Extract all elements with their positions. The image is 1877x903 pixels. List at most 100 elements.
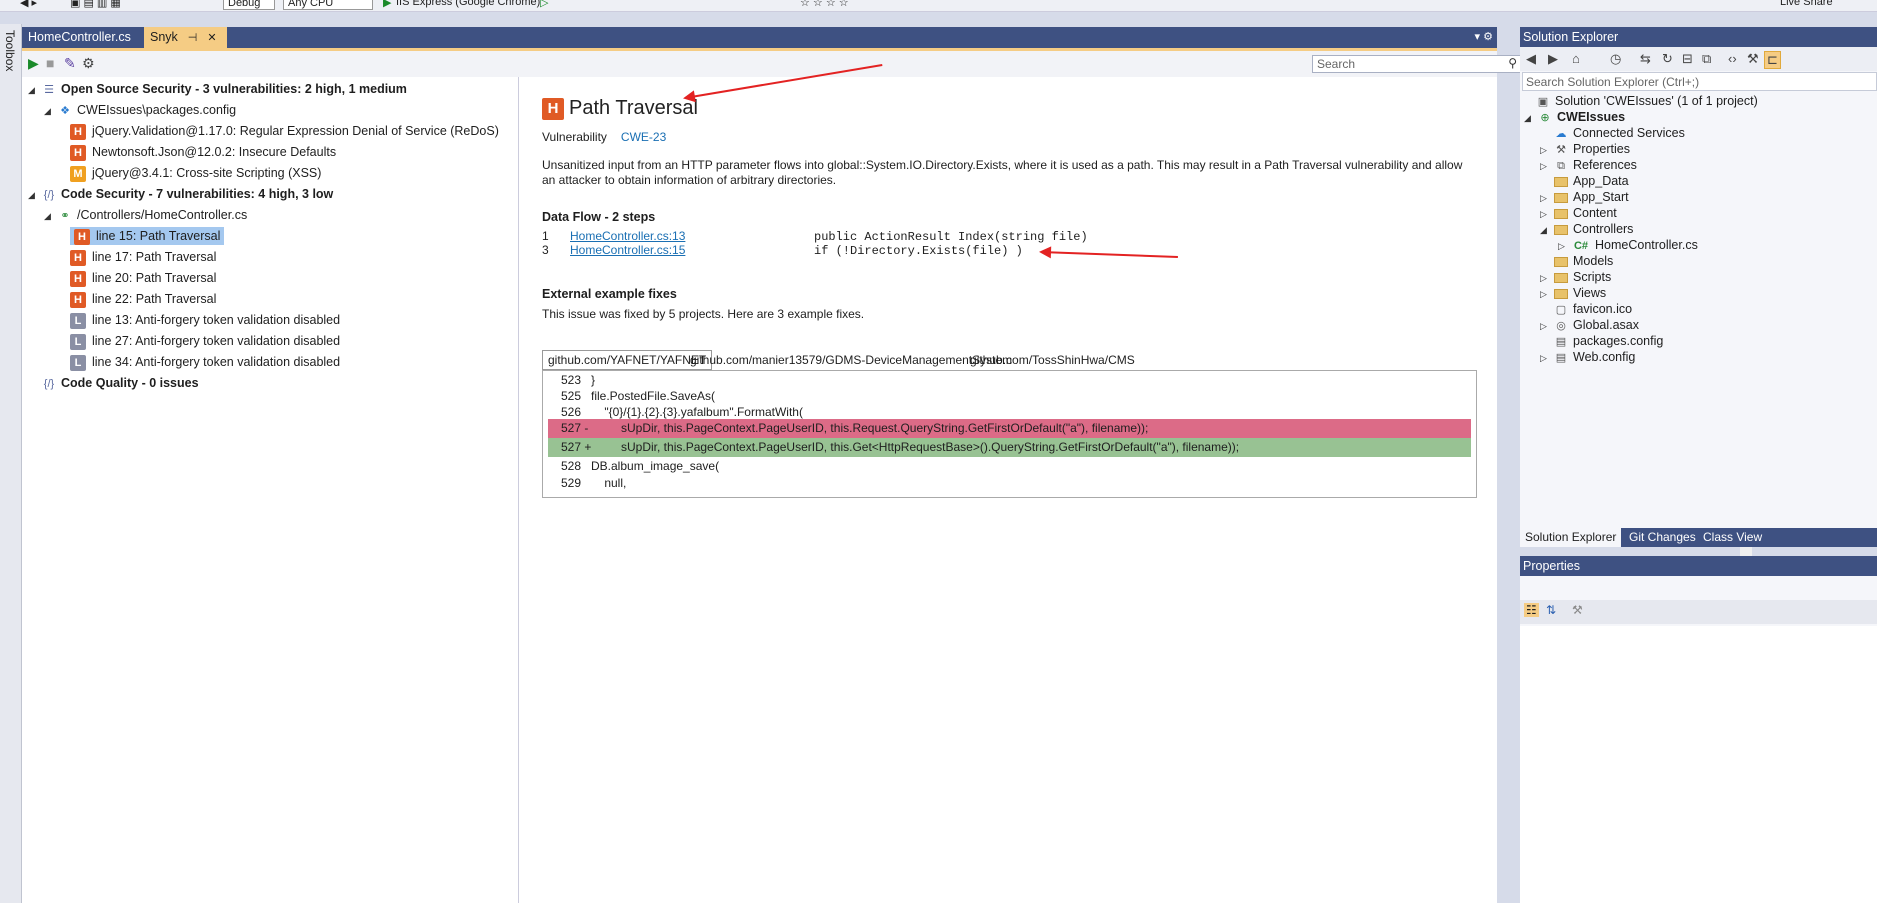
diff-line: 529 null, bbox=[561, 476, 627, 490]
run-icon[interactable]: ▶ bbox=[383, 0, 391, 9]
solution-search-input[interactable]: Search Solution Explorer (Ctrl+;) bbox=[1522, 72, 1877, 91]
code-security-header[interactable]: ◢ {/} Code Security - 7 vulnerabilities: 4… bbox=[28, 183, 333, 205]
forward-icon[interactable]: ▶ bbox=[1548, 51, 1558, 67]
snyk-search-input[interactable]: Search ⚲ bbox=[1312, 55, 1522, 73]
severity-low-icon: L bbox=[70, 312, 86, 329]
scan-run-icon[interactable]: ▶ bbox=[28, 55, 39, 72]
folder-icon bbox=[1554, 224, 1568, 235]
oss-item[interactable]: MjQuery@3.4.1: Cross-site Scripting (XSS… bbox=[70, 162, 321, 184]
clean-icon[interactable]: ✎ bbox=[64, 55, 76, 72]
collapse-icon[interactable]: ◢ bbox=[28, 184, 42, 206]
wrench-icon[interactable]: ⚒ bbox=[1747, 51, 1759, 67]
solution-explorer-bottom-tabs: Solution Explorer Git Changes Class View bbox=[1520, 528, 1877, 547]
severity-medium-icon: M bbox=[70, 165, 86, 182]
home-icon[interactable]: ⌂ bbox=[1572, 51, 1580, 66]
stop-icon[interactable]: ■ bbox=[46, 55, 54, 71]
snyk-window: ▶ ■ ✎ ⚙ Search ⚲ ◢ ☰ Open Source Security … bbox=[22, 48, 1760, 903]
code-item[interactable]: Hline 17: Path Traversal bbox=[70, 246, 216, 268]
folder-icon bbox=[1554, 288, 1568, 299]
code-item[interactable]: Hline 22: Path Traversal bbox=[70, 288, 216, 310]
dataflow-link[interactable]: HomeController.cs:15 bbox=[570, 243, 814, 257]
fixes-note: This issue was fixed by 5 projects. Here… bbox=[542, 307, 865, 321]
solution-explorer-toolbar: ◀ ▶ ⌂ ◷ ⇆ ↻ ⊟ ⧉ ‹› ⚒ ⊏ bbox=[1520, 47, 1877, 71]
fixes-title: External example fixes bbox=[542, 287, 677, 301]
tab-git-changes[interactable]: Git Changes bbox=[1624, 528, 1701, 547]
bookmark-icons[interactable]: ☆ ☆ ☆ ☆ bbox=[800, 0, 849, 9]
code-view-icon[interactable]: ‹› bbox=[1728, 51, 1737, 66]
categorized-icon[interactable]: ☷ bbox=[1524, 603, 1539, 617]
oss-item[interactable]: HjQuery.Validation@1.17.0: Regular Expre… bbox=[70, 120, 499, 142]
snyk-issue-tree: ◢ ☰ Open Source Security - 3 vulnerabiliti… bbox=[22, 77, 519, 903]
issue-detail-pane: H Path Traversal Vulnerability CWE-23 Unsa… bbox=[520, 77, 1760, 903]
alphabetical-icon[interactable]: ⇅ bbox=[1546, 603, 1556, 617]
history-icon[interactable]: ◷ bbox=[1610, 51, 1621, 67]
severity-high-icon: H bbox=[542, 97, 564, 120]
pin-icon[interactable]: ⊣ bbox=[188, 32, 198, 44]
oss-file[interactable]: ◢ ❖ CWEIssues\packages.config bbox=[44, 99, 236, 121]
tab-snyk[interactable]: Snyk ⊣ ✕ bbox=[144, 27, 227, 48]
dataflow-link[interactable]: HomeController.cs:13 bbox=[570, 229, 814, 243]
toolbar-file-icons[interactable]: ▣ ▤ ▥ ▦ bbox=[70, 0, 121, 9]
fix-tab-cms[interactable]: github.com/TossShinHwa/CMS bbox=[964, 350, 1141, 370]
code-item[interactable]: Lline 13: Anti-forgery token validation … bbox=[70, 309, 340, 331]
config-combo[interactable]: Debug bbox=[223, 0, 275, 10]
document-tab-bar: HomeController.cs Snyk ⊣ ✕ ▾ ⚙ bbox=[22, 27, 1497, 48]
preview-icon[interactable]: ⊏ bbox=[1764, 51, 1781, 69]
code-file[interactable]: ◢ ⚭/Controllers/HomeController.cs bbox=[44, 204, 247, 226]
toolbox-label[interactable]: Toolbox bbox=[3, 30, 17, 71]
issue-title: H Path Traversal bbox=[542, 97, 698, 120]
code-item[interactable]: Lline 34: Anti-forgery token validation … bbox=[70, 351, 340, 373]
solution-explorer-title: Solution Explorer bbox=[1520, 27, 1877, 47]
folder-icon bbox=[1554, 272, 1568, 283]
live-share-button[interactable]: Live Share bbox=[1780, 0, 1833, 8]
severity-high-icon: H bbox=[70, 144, 86, 161]
file-code-icon: ⚭ bbox=[60, 210, 70, 222]
code-quality-header[interactable]: {/} Code Quality - 0 issues bbox=[42, 372, 199, 394]
solution-explorer: Solution Explorer ◀ ▶ ⌂ ◷ ⇆ ↻ ⊟ ⧉ ‹› ⚒ ⊏… bbox=[1520, 27, 1877, 545]
tab-solution-explorer[interactable]: Solution Explorer bbox=[1520, 528, 1622, 547]
tab-homecontroller[interactable]: HomeController.cs bbox=[22, 27, 144, 48]
dataflow-step: 1 HomeController.cs:13 public ActionResult… bbox=[542, 229, 1088, 244]
code-item[interactable]: Lline 27: Anti-forgery token validation … bbox=[70, 330, 340, 352]
code-item[interactable]: Hline 15: Path Traversal bbox=[70, 225, 225, 247]
properties-title: Properties bbox=[1520, 556, 1877, 576]
copy-icon[interactable]: ⧉ bbox=[1702, 51, 1711, 67]
folder-icon bbox=[1554, 256, 1568, 267]
folder-icon bbox=[1554, 192, 1568, 203]
issue-meta: Vulnerability CWE-23 bbox=[542, 130, 667, 144]
main-toolbar: ◀ ▸ ▣ ▤ ▥ ▦ Debug Any CPU ▶ IIS Express … bbox=[0, 0, 1877, 12]
properties-panel: Properties ☷ ⇅ ⚒ bbox=[1520, 556, 1877, 903]
tab-dropdown-icon[interactable]: ▾ ⚙ bbox=[1475, 30, 1493, 43]
oss-item[interactable]: H Newtonsoft.Json@12.0.2: Insecure Defaul… bbox=[70, 141, 336, 163]
collapse-icon[interactable]: ◢ bbox=[44, 100, 58, 122]
collapse-icon[interactable]: ◢ bbox=[28, 79, 42, 101]
se-item-web-config[interactable]: ▷ ▤ Web.config bbox=[1540, 348, 1635, 367]
severity-high-icon: H bbox=[70, 249, 86, 266]
collapse-icon[interactable]: ◢ bbox=[1524, 109, 1538, 128]
tab-class-view[interactable]: Class View bbox=[1698, 528, 1767, 547]
settings-icon[interactable]: ⚙ bbox=[82, 55, 95, 72]
code-braces-icon: {/} bbox=[43, 189, 55, 201]
issue-description: Unsanitized input from an HTTP parameter… bbox=[542, 158, 1463, 187]
close-icon[interactable]: ✕ bbox=[207, 32, 216, 44]
sync-icon[interactable]: ⇆ bbox=[1640, 51, 1651, 67]
severity-low-icon: L bbox=[70, 354, 86, 371]
platform-combo[interactable]: Any CPU bbox=[283, 0, 373, 10]
collapse-icon[interactable]: ◢ bbox=[44, 205, 58, 227]
property-pages-icon[interactable]: ⚒ bbox=[1572, 603, 1583, 617]
code-braces-icon: {/} bbox=[43, 378, 55, 390]
run-target-button[interactable]: IIS Express (Google Chrome) bbox=[396, 0, 540, 8]
back-icon[interactable]: ◀ ▸ bbox=[20, 0, 37, 9]
cwe-link[interactable]: CWE-23 bbox=[621, 130, 666, 144]
run-nodebug-icon[interactable]: ▷ bbox=[540, 0, 548, 9]
oss-header[interactable]: ◢ ☰ Open Source Security - 3 vulnerabiliti… bbox=[28, 78, 407, 100]
layers-icon: ☰ bbox=[44, 84, 54, 96]
back-icon[interactable]: ◀ bbox=[1526, 51, 1536, 67]
collapse-icon[interactable]: ◢ bbox=[1540, 221, 1554, 240]
code-item[interactable]: Hline 20: Path Traversal bbox=[70, 267, 216, 289]
collapse-all-icon[interactable]: ⊟ bbox=[1682, 51, 1693, 67]
toolbox-strip[interactable]: Toolbox bbox=[0, 24, 22, 903]
search-icon[interactable]: ⚲ bbox=[1508, 56, 1517, 70]
refresh-icon[interactable]: ↻ bbox=[1662, 51, 1673, 67]
expand-icon[interactable]: ▷ bbox=[1540, 349, 1554, 368]
